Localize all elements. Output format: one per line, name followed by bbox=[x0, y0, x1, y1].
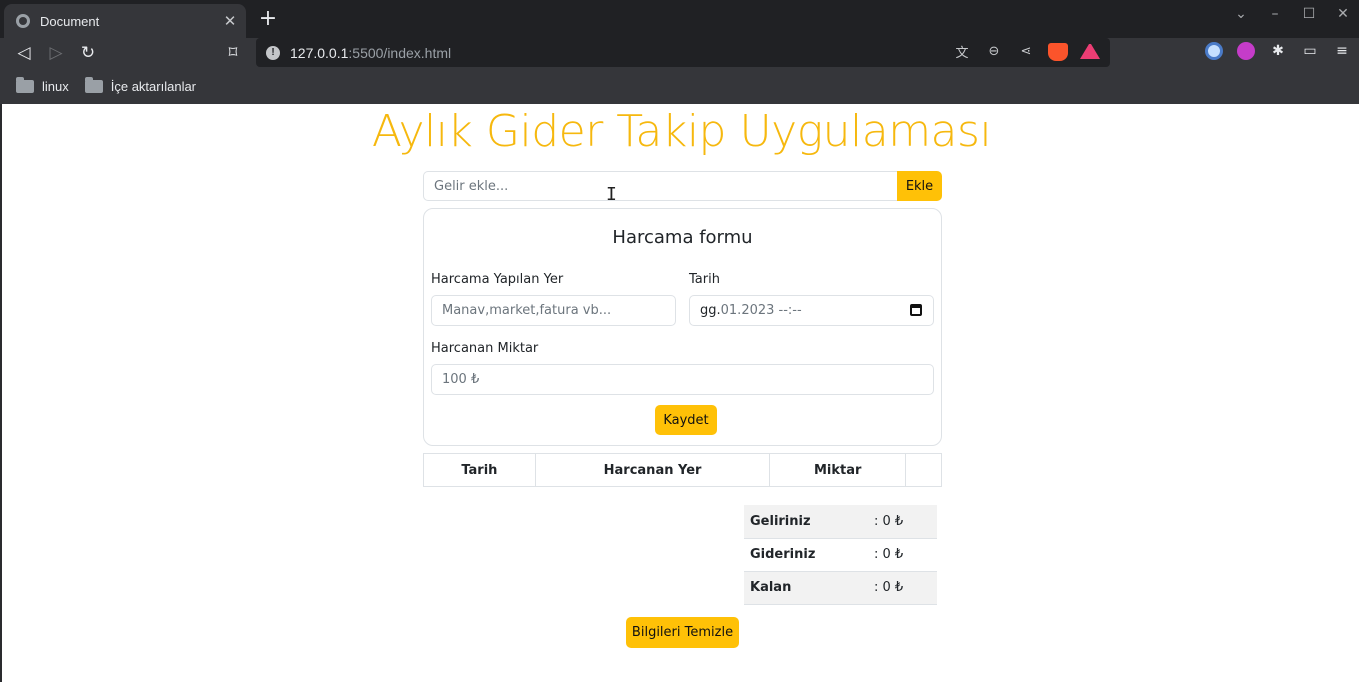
bookmark-label: İçe aktarılanlar bbox=[110, 78, 197, 94]
url-path: :5500/index.html bbox=[348, 44, 452, 61]
summary-value: : 0 ₺ bbox=[868, 505, 937, 539]
summary-table: Geliriniz : 0 ₺ Gideriniz : 0 ₺ Kalan : … bbox=[744, 505, 937, 605]
browser-toolbar: ◁ ▷ ↻ ⌑ ! 127.0.0.1 :5500/index.html 文 ⊖… bbox=[0, 38, 1359, 68]
text-cursor-icon: I bbox=[606, 184, 617, 205]
income-input[interactable] bbox=[423, 171, 897, 201]
calendar-icon[interactable] bbox=[910, 304, 922, 316]
minimize-icon[interactable]: – bbox=[1267, 6, 1283, 22]
table-header-row: Tarih Harcanan Yer Miktar bbox=[423, 453, 942, 487]
brave-shields-icon[interactable] bbox=[1048, 42, 1068, 61]
maximize-icon[interactable]: ☐ bbox=[1301, 6, 1317, 22]
tab-title: Document bbox=[40, 13, 100, 29]
folder-icon bbox=[84, 76, 103, 93]
page-edge bbox=[0, 104, 2, 682]
brave-rewards-icon[interactable] bbox=[1080, 44, 1100, 59]
date-label: Tarih bbox=[689, 272, 720, 287]
column-header-place: Harcanan Yer bbox=[534, 453, 771, 487]
place-input[interactable]: Manav,market,fatura vb... bbox=[431, 295, 676, 326]
summary-row: Geliriniz : 0 ₺ bbox=[744, 505, 937, 539]
date-prefix: gg. bbox=[700, 303, 721, 318]
summary-label: Kalan bbox=[744, 571, 868, 605]
bookmarks-bar: linux İçe aktarılanlar bbox=[0, 68, 1359, 104]
browser-tab[interactable]: Document ✕ bbox=[4, 4, 246, 38]
column-header-date: Tarih bbox=[423, 453, 536, 487]
amount-placeholder: 100 ₺ bbox=[442, 372, 480, 387]
globe-icon bbox=[16, 14, 30, 28]
bookmark-label: linux bbox=[42, 78, 69, 94]
translate-icon[interactable]: 文 bbox=[952, 42, 972, 61]
column-header-actions bbox=[905, 453, 942, 487]
share-icon[interactable]: ⋖ bbox=[1016, 44, 1036, 59]
income-row: Ekle bbox=[423, 171, 942, 201]
summary-label: Gideriniz bbox=[744, 538, 868, 572]
browser-tab-bar: Document ✕ + ⌄ – ☐ ✕ bbox=[0, 0, 1359, 38]
summary-label: Geliriniz bbox=[744, 505, 868, 539]
bookmark-folder[interactable]: linux bbox=[16, 76, 69, 94]
extension-icon[interactable] bbox=[1237, 42, 1255, 60]
extension-icon[interactable] bbox=[1205, 42, 1223, 60]
amount-label: Harcanan Miktar bbox=[431, 341, 539, 356]
add-income-button[interactable]: Ekle bbox=[897, 171, 942, 201]
new-tab-button[interactable]: + bbox=[256, 7, 280, 31]
date-value: 01.2023 --:-- bbox=[720, 303, 802, 318]
url-host: 127.0.0.1 bbox=[290, 44, 349, 61]
summary-value: : 0 ₺ bbox=[868, 538, 937, 572]
zoom-icon[interactable]: ⊖ bbox=[984, 44, 1004, 59]
clear-data-button[interactable]: Bilgileri Temizle bbox=[626, 617, 739, 648]
folder-icon bbox=[16, 76, 34, 93]
wallet-icon[interactable]: ▭ bbox=[1301, 42, 1319, 60]
address-bar-icons: 文 ⊖ ⋖ bbox=[952, 42, 1100, 61]
window-controls: ⌄ – ☐ ✕ bbox=[1233, 6, 1351, 22]
column-header-amount: Miktar bbox=[769, 453, 907, 487]
close-window-icon[interactable]: ✕ bbox=[1335, 6, 1351, 22]
place-label: Harcama Yapılan Yer bbox=[431, 272, 564, 287]
menu-icon[interactable]: ≡ bbox=[1333, 42, 1351, 60]
summary-row: Gideriniz : 0 ₺ bbox=[744, 538, 937, 572]
save-button[interactable]: Kaydet bbox=[655, 405, 717, 435]
extension-icons: ✱ ▭ ≡ bbox=[1205, 42, 1351, 60]
address-bar[interactable]: ! 127.0.0.1 :5500/index.html 文 ⊖ ⋖ bbox=[256, 38, 1110, 67]
puzzle-icon[interactable]: ✱ bbox=[1269, 42, 1287, 60]
summary-row: Kalan : 0 ₺ bbox=[744, 571, 937, 605]
site-info-icon[interactable]: ! bbox=[266, 45, 280, 60]
place-placeholder: Manav,market,fatura vb... bbox=[442, 303, 612, 318]
expense-form: Harcama formu Harcama Yapılan Yer Manav,… bbox=[423, 208, 942, 446]
date-input[interactable]: gg. 01.2023 --:-- bbox=[689, 295, 934, 326]
forward-icon[interactable]: ▷ bbox=[44, 41, 68, 65]
tab-search-icon[interactable]: ⌄ bbox=[1233, 6, 1249, 22]
bookmark-icon[interactable]: ⌑ bbox=[221, 41, 245, 65]
bookmark-folder[interactable]: İçe aktarılanlar bbox=[84, 76, 197, 94]
summary-value: : 0 ₺ bbox=[868, 571, 937, 605]
back-icon[interactable]: ◁ bbox=[12, 41, 36, 65]
page-title: Aylık Gider Takip Uygulaması bbox=[371, 106, 992, 157]
tab-close-icon[interactable]: ✕ bbox=[218, 12, 242, 30]
amount-input[interactable]: 100 ₺ bbox=[431, 364, 934, 395]
expense-table: Tarih Harcanan Yer Miktar bbox=[423, 453, 942, 487]
form-title: Harcama formu bbox=[612, 227, 753, 248]
reload-icon[interactable]: ↻ bbox=[76, 41, 100, 65]
